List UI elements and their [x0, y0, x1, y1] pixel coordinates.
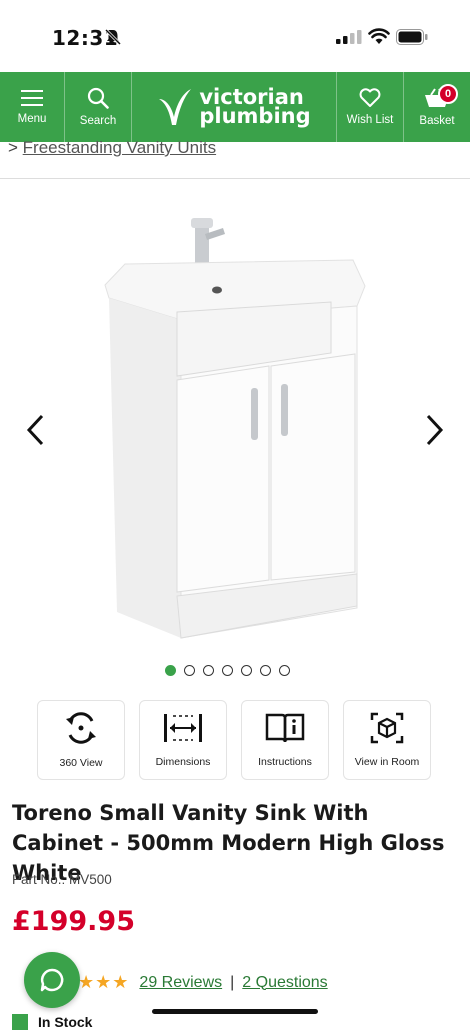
book-info-icon [265, 713, 305, 743]
battery-icon [396, 29, 428, 45]
wishlist-label: Wish List [346, 114, 394, 126]
pagination-dot[interactable] [222, 665, 233, 676]
basket-button[interactable]: 0 Basket [404, 72, 470, 142]
top-nav: Menu Search victorian plumbing Wish List… [0, 72, 470, 142]
product-image[interactable] [95, 210, 375, 650]
left-handle [251, 388, 258, 440]
tool-label: Dimensions [155, 756, 211, 768]
basket-label: Basket [419, 115, 455, 127]
brand-line-2: plumbing [199, 104, 311, 128]
pagination-dot[interactable] [260, 665, 271, 676]
status-bar: 12:31 [0, 0, 470, 72]
home-indicator[interactable] [152, 1009, 318, 1014]
pagination-dot[interactable] [241, 665, 252, 676]
product-tools: 360 View Dimensions Instructions View in… [37, 700, 431, 780]
search-icon [87, 87, 109, 109]
product-price: £199.95 [12, 906, 135, 937]
check-icon [12, 1014, 28, 1030]
hamburger-icon [21, 90, 43, 106]
pagination-dot[interactable] [279, 665, 290, 676]
view-360-button[interactable]: 360 View [37, 700, 125, 780]
pagination-dot[interactable] [165, 665, 176, 676]
pagination-dot[interactable] [203, 665, 214, 676]
brand-logo[interactable]: victorian plumbing [132, 72, 336, 142]
search-button[interactable]: Search [65, 72, 131, 142]
reviews-link[interactable]: 29 Reviews [139, 974, 222, 992]
search-label: Search [79, 115, 117, 127]
cell-signal-icon [336, 30, 362, 44]
faucet-top [191, 218, 213, 228]
next-image-arrow[interactable] [418, 410, 448, 450]
stock-status: In Stock [12, 1014, 92, 1030]
ar-cube-icon [370, 712, 404, 744]
star-rating: ★★★ [78, 972, 130, 992]
logo-tick-icon [159, 89, 192, 125]
menu-button[interactable]: Menu [0, 72, 64, 142]
menu-label: Menu [17, 113, 47, 125]
silent-bell-icon [104, 28, 122, 46]
breadcrumb: > Freestanding Vanity Units [8, 138, 216, 158]
instructions-button[interactable]: Instructions [241, 700, 329, 780]
separator: | [230, 973, 235, 991]
wifi-icon [368, 28, 390, 44]
dimensions-icon [164, 714, 202, 742]
tool-label: View in Room [354, 756, 420, 768]
part-number: Part No.: MV500 [12, 872, 112, 887]
view-in-room-button[interactable]: View in Room [343, 700, 431, 780]
divider-line [0, 178, 470, 179]
questions-link[interactable]: 2 Questions [242, 974, 327, 992]
stock-label: In Stock [38, 1014, 93, 1030]
right-handle [281, 384, 288, 436]
tool-label: Instructions [258, 756, 312, 768]
basket-count-badge: 0 [438, 84, 458, 104]
drain [212, 286, 222, 294]
pagination-dot[interactable] [184, 665, 195, 676]
breadcrumb-link[interactable]: Freestanding Vanity Units [23, 138, 216, 157]
heart-icon [359, 88, 381, 107]
dimensions-button[interactable]: Dimensions [139, 700, 227, 780]
breadcrumb-arrow: > [8, 138, 18, 157]
tool-label: 360 View [59, 757, 103, 769]
chat-bubble-icon [40, 968, 64, 992]
cabinet-side [109, 298, 181, 638]
brand-name: victorian plumbing [199, 87, 311, 128]
live-chat-button[interactable] [24, 952, 80, 1008]
prev-image-arrow[interactable] [22, 410, 52, 450]
image-pagination [165, 665, 290, 676]
rotate-360-icon [66, 712, 96, 744]
wishlist-button[interactable]: Wish List [337, 72, 403, 142]
